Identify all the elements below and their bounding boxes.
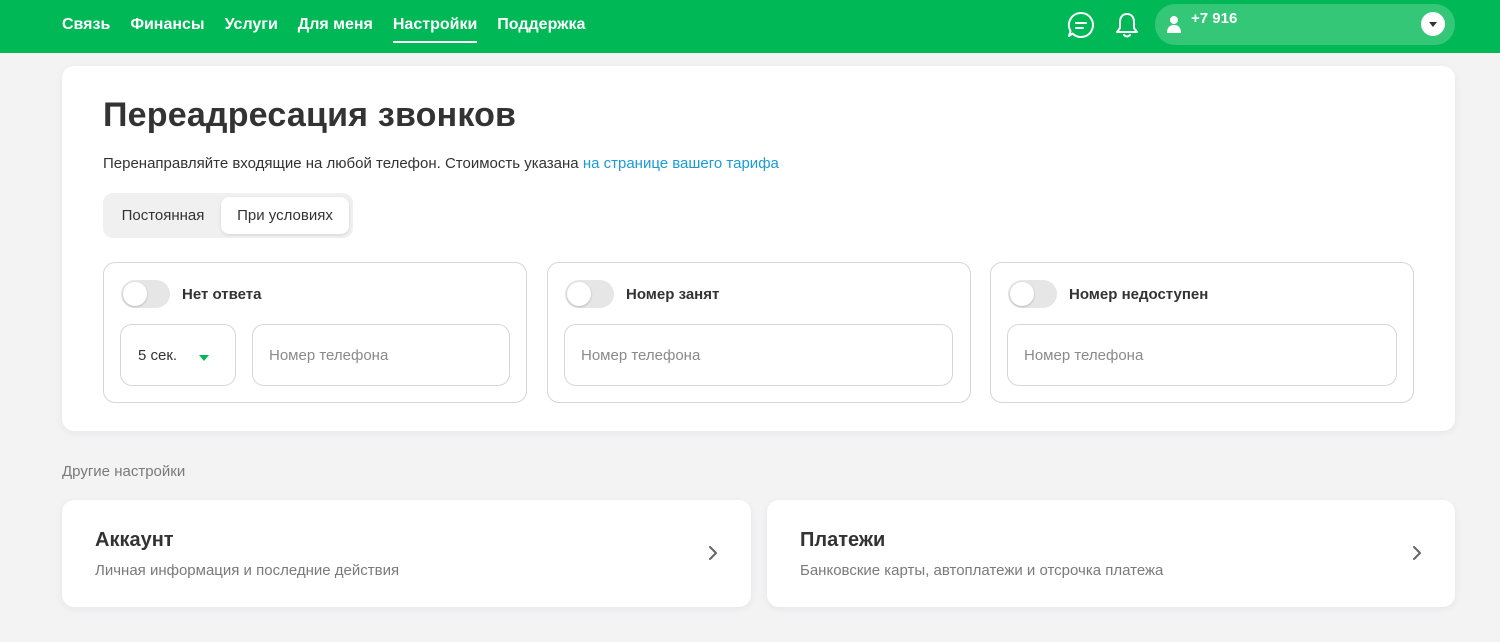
account-switcher[interactable]: +7 916 — [1155, 4, 1455, 45]
no-answer-label: Нет ответа — [182, 286, 262, 303]
forwarding-mode-switch: Постоянная При условиях — [103, 193, 353, 238]
unreachable-label: Номер недоступен — [1069, 286, 1209, 303]
no-answer-option: Нет ответа 5 сек. — [103, 262, 527, 403]
account-card-title: Аккаунт — [95, 529, 174, 551]
subtitle-text: Перенаправляйте входящие на любой телефо… — [103, 155, 583, 172]
busy-option: Номер занят — [547, 262, 971, 403]
nav-item-svyaz[interactable]: Связь — [62, 0, 110, 53]
nav-item-finance[interactable]: Финансы — [130, 0, 204, 53]
account-settings-card[interactable]: Аккаунт Личная информация и последние де… — [62, 500, 751, 607]
main-nav: Связь Финансы Услуги Для меня Настройки … — [62, 0, 605, 53]
chevron-down-icon[interactable] — [1421, 12, 1445, 36]
chevron-right-icon — [1413, 546, 1421, 560]
bell-icon[interactable] — [1112, 10, 1142, 40]
payments-settings-card[interactable]: Платежи Банковские карты, автоплатежи и … — [767, 500, 1455, 607]
no-answer-phone-input[interactable] — [252, 324, 510, 386]
page-subtitle: Перенаправляйте входящие на любой телефо… — [103, 155, 779, 172]
page-title: Переадресация звонков — [103, 96, 517, 134]
unreachable-toggle[interactable] — [1008, 280, 1057, 308]
account-card-desc: Личная информация и последние действия — [95, 562, 400, 579]
other-settings-heading: Другие настройки — [62, 463, 186, 480]
nav-item-for-me[interactable]: Для меня — [298, 0, 373, 53]
call-forwarding-card: Переадресация звонков Перенаправляйте вх… — [62, 66, 1455, 431]
busy-phone-input[interactable] — [564, 324, 953, 386]
chevron-right-icon — [709, 546, 717, 560]
nav-item-settings[interactable]: Настройки — [392, 0, 478, 53]
chat-bubble-icon[interactable] — [1066, 10, 1096, 40]
delay-select[interactable]: 5 сек. — [120, 324, 236, 386]
account-phone: +7 916 — [1191, 10, 1238, 27]
no-answer-toggle[interactable] — [121, 280, 170, 308]
tariff-page-link[interactable]: на странице вашего тарифа — [583, 155, 779, 172]
caret-down-icon — [199, 355, 209, 361]
nav-item-services[interactable]: Услуги — [225, 0, 278, 53]
top-bar: Связь Финансы Услуги Для меня Настройки … — [0, 0, 1500, 53]
payments-card-desc: Банковские карты, автоплатежи и отсрочка… — [800, 562, 1164, 579]
unreachable-phone-input[interactable] — [1007, 324, 1397, 386]
unreachable-option: Номер недоступен — [990, 262, 1414, 403]
tab-permanent[interactable]: Постоянная — [107, 197, 219, 234]
tab-conditional[interactable]: При условиях — [221, 197, 349, 234]
nav-item-support[interactable]: Поддержка — [497, 0, 585, 53]
delay-value: 5 сек. — [138, 347, 178, 364]
user-icon — [1167, 16, 1181, 33]
payments-card-title: Платежи — [800, 529, 886, 551]
busy-label: Номер занят — [626, 286, 720, 303]
busy-toggle[interactable] — [565, 280, 614, 308]
